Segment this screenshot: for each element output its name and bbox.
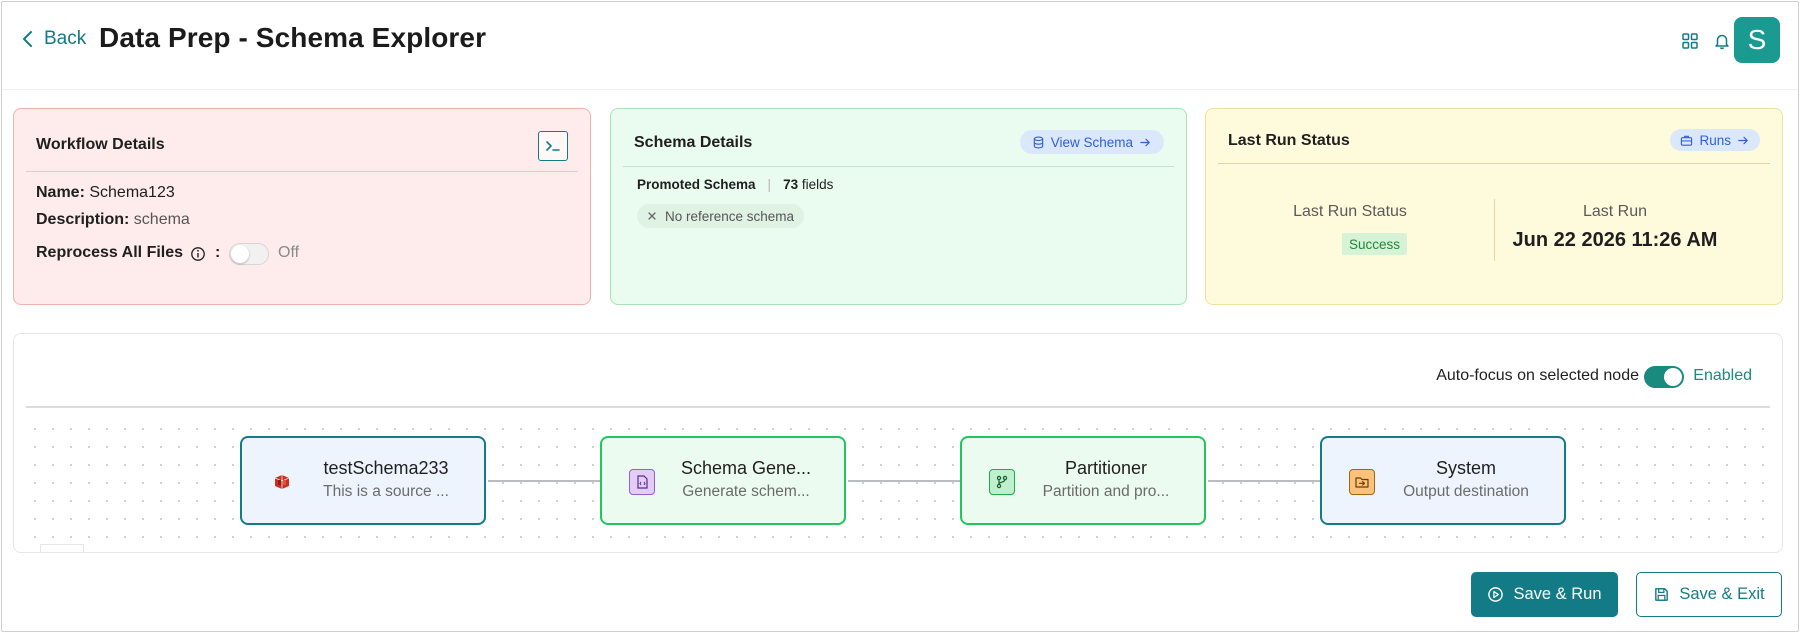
node-partitioner[interactable]: Partitioner Partition and pro... bbox=[960, 436, 1206, 525]
view-schema-button[interactable]: View Schema bbox=[1019, 130, 1164, 154]
last-run-timestamp: Jun 22 2026 11:26 AM bbox=[1512, 229, 1718, 251]
chevron-left-icon bbox=[23, 31, 32, 47]
reprocess-state: Off bbox=[278, 244, 300, 261]
name-value: Schema123 bbox=[89, 184, 175, 201]
description-label: Description: bbox=[36, 211, 130, 228]
node-schema-generator[interactable]: Schema Gene... Generate schem... bbox=[600, 436, 846, 525]
output-folder-icon bbox=[1349, 469, 1375, 495]
reference-schema-chip: No reference schema bbox=[637, 204, 805, 228]
workflow-description-row: Description: schema bbox=[36, 211, 190, 229]
autofocus-label: Auto-focus on selected node bbox=[1436, 367, 1639, 384]
runs-button[interactable]: Runs bbox=[1670, 129, 1760, 151]
node-title: Schema Gene... bbox=[680, 458, 812, 478]
save-and-run-label: Save & Run bbox=[1513, 585, 1602, 603]
info-icon[interactable] bbox=[190, 246, 206, 262]
canvas-divider bbox=[26, 406, 1770, 408]
node-title: Partitioner bbox=[1064, 458, 1148, 478]
last-run-card: Last Run Status Runs Last Run Status Suc… bbox=[1205, 108, 1783, 305]
card-divider bbox=[26, 171, 578, 172]
save-and-run-button[interactable]: Save & Run bbox=[1471, 572, 1618, 617]
description-value: schema bbox=[133, 211, 190, 228]
field-count-text: 73 fields bbox=[783, 177, 834, 192]
edge-schema-to-partitioner bbox=[848, 477, 974, 485]
status-badge: Success bbox=[1342, 233, 1408, 255]
apps-grid-icon[interactable] bbox=[1678, 29, 1702, 53]
database-icon bbox=[1033, 136, 1043, 148]
schema-card-title: Schema Details bbox=[634, 134, 753, 151]
terminal-icon bbox=[546, 141, 560, 151]
page-header: Back Data Prep - Schema Explorer S bbox=[2, 2, 1798, 90]
schema-details-card: Schema Details View Schema Promoted Sche… bbox=[610, 108, 1187, 305]
branch-icon bbox=[989, 469, 1015, 495]
schema-summary-row: Promoted Schema | 73 fields bbox=[637, 177, 833, 192]
node-subtitle: Generate schem... bbox=[682, 483, 810, 500]
user-avatar[interactable]: S bbox=[1734, 17, 1780, 63]
edge-source-to-schema bbox=[488, 477, 614, 485]
node-subtitle: Output destination bbox=[1403, 483, 1529, 500]
name-label: Name: bbox=[36, 184, 85, 201]
workflow-name-row: Name: Schema123 bbox=[36, 184, 175, 202]
reference-chip-label: No reference schema bbox=[665, 208, 795, 224]
page-title: Data Prep - Schema Explorer bbox=[99, 22, 487, 53]
autofocus-toggle[interactable] bbox=[1644, 366, 1684, 388]
save-icon bbox=[1655, 588, 1669, 601]
reprocess-colon: : bbox=[215, 244, 221, 261]
node-source[interactable]: testSchema233 This is a source ... bbox=[240, 436, 486, 525]
autofocus-state: Enabled bbox=[1693, 367, 1752, 384]
workflow-details-card: Workflow Details Name: Schema123 Descrip… bbox=[13, 108, 591, 305]
source-icon bbox=[269, 469, 295, 495]
play-circle-icon bbox=[1488, 587, 1504, 602]
back-label: Back bbox=[44, 28, 87, 49]
arrow-right-icon bbox=[1738, 136, 1748, 144]
reprocess-label: Reprocess All Files bbox=[36, 244, 184, 261]
last-run-card-title: Last Run Status bbox=[1228, 132, 1350, 149]
toggle-knob bbox=[1664, 368, 1682, 386]
bell-icon[interactable] bbox=[1710, 29, 1734, 53]
briefcase-icon bbox=[1681, 135, 1693, 146]
view-schema-label: View Schema bbox=[1050, 134, 1133, 150]
reprocess-toggle[interactable] bbox=[229, 243, 269, 265]
toggle-knob bbox=[231, 245, 249, 263]
terminal-button[interactable] bbox=[538, 131, 568, 161]
promoted-schema-label: Promoted Schema bbox=[637, 177, 756, 192]
status-label: Last Run Status bbox=[1293, 203, 1407, 220]
node-title: System bbox=[1435, 458, 1496, 478]
close-icon bbox=[648, 212, 656, 220]
arrow-right-icon bbox=[1140, 138, 1150, 146]
last-run-label: Last Run bbox=[1582, 203, 1648, 220]
workflow-canvas: Auto-focus on selected node Enabled test… bbox=[13, 333, 1783, 553]
node-subtitle: Partition and pro... bbox=[1042, 483, 1170, 500]
node-output-system[interactable]: System Output destination bbox=[1320, 436, 1566, 525]
node-title: testSchema233 bbox=[323, 458, 449, 478]
node-subtitle: This is a source ... bbox=[323, 483, 449, 500]
summary-separator: | bbox=[767, 177, 772, 192]
back-link[interactable]: Back bbox=[20, 28, 86, 50]
schema-file-icon bbox=[629, 469, 655, 495]
edge-partitioner-to-system bbox=[1208, 477, 1334, 485]
save-and-exit-button[interactable]: Save & Exit bbox=[1636, 572, 1782, 617]
card-divider bbox=[623, 166, 1174, 167]
workflow-card-title: Workflow Details bbox=[36, 136, 165, 153]
minimap-handle[interactable] bbox=[40, 544, 84, 552]
app-frame: Back Data Prep - Schema Explorer S Workf… bbox=[1, 1, 1799, 632]
runs-label: Runs bbox=[1699, 132, 1731, 148]
save-and-exit-label: Save & Exit bbox=[1679, 585, 1765, 603]
card-divider bbox=[1218, 163, 1770, 164]
